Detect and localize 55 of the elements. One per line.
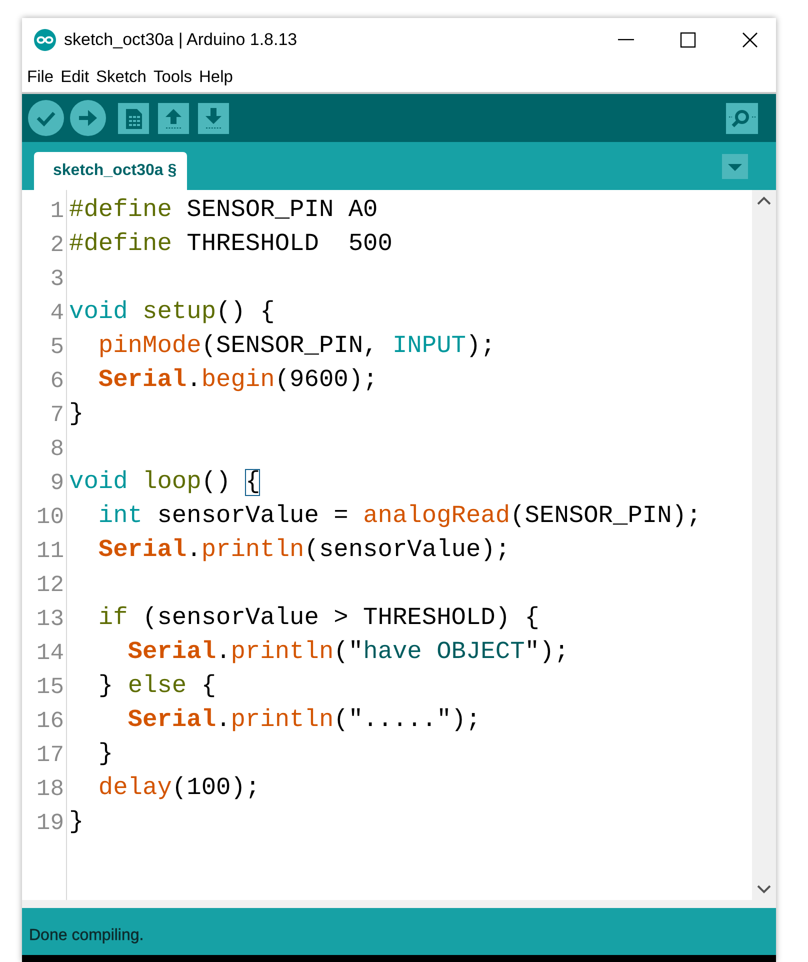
code-line: } else { [97, 672, 216, 702]
code-line: if (sensorValue > THRESHOLD) { [97, 604, 540, 634]
line-number: 2 [50, 231, 64, 260]
line-number: 5 [50, 333, 64, 362]
app-logo-icon [34, 29, 56, 51]
line-number: 13 [36, 605, 64, 634]
upload-button[interactable] [70, 100, 106, 136]
window-title: sketch_oct30a | Arduino 1.8.13 [64, 30, 298, 50]
code-line: #define THRESHOLD 500 [69, 230, 392, 260]
tab-menu-button[interactable] [722, 154, 748, 178]
line-number: 10 [36, 503, 64, 532]
code-line: void setup() { [69, 298, 275, 328]
menu-item[interactable]: Edit [60, 68, 90, 86]
close-button[interactable] [742, 32, 758, 48]
open-button[interactable] [158, 102, 189, 134]
line-number: 9 [50, 469, 64, 498]
code-line: Serial.println(sensorValue); [97, 536, 510, 566]
line-number: 4 [50, 299, 64, 328]
code-line: } [97, 740, 114, 770]
verify-button[interactable] [28, 100, 64, 136]
line-number: 11 [36, 537, 64, 566]
scroll-up-icon[interactable] [757, 196, 771, 206]
line-number: 8 [50, 435, 64, 464]
line-number: 19 [36, 809, 64, 838]
new-button[interactable] [118, 102, 149, 134]
line-number: 15 [36, 673, 64, 702]
line-number: 3 [50, 265, 64, 294]
code-line: } [69, 400, 84, 430]
code-line: void loop() { [69, 468, 260, 498]
code-line: Serial.println("....."); [126, 706, 481, 736]
menu-item[interactable]: File [26, 68, 55, 86]
code-line: pinMode(SENSOR_PIN, INPUT); [97, 332, 496, 362]
maximize-button[interactable] [680, 32, 696, 48]
code-line: #define SENSOR_PIN A0 [69, 196, 378, 226]
code-line: } [69, 808, 84, 838]
scroll-down-icon[interactable] [757, 884, 771, 894]
status-message: Done compiling. [29, 927, 144, 946]
line-number: 6 [50, 367, 64, 396]
code-line: int sensorValue = analogRead(SENSOR_PIN); [97, 502, 702, 532]
line-number: 12 [36, 571, 64, 600]
code-line: delay(100); [97, 774, 260, 804]
line-number: 17 [36, 741, 64, 770]
line-number: 14 [36, 639, 64, 668]
serial-monitor-button[interactable] [726, 102, 758, 134]
menu-item[interactable]: Sketch [95, 68, 148, 86]
line-number: 18 [36, 775, 64, 804]
line-number: 1 [50, 197, 64, 226]
code-line: Serial.begin(9600); [97, 366, 378, 396]
menu-item[interactable]: Help [198, 68, 234, 86]
line-number: 16 [36, 707, 64, 736]
code-line: Serial.println("have OBJECT"); [126, 638, 569, 668]
menu-item[interactable]: Tools [152, 68, 194, 86]
line-number: 7 [50, 401, 64, 430]
editor-tab[interactable]: sketch_oct30a § [34, 152, 187, 190]
save-button[interactable] [198, 102, 229, 134]
